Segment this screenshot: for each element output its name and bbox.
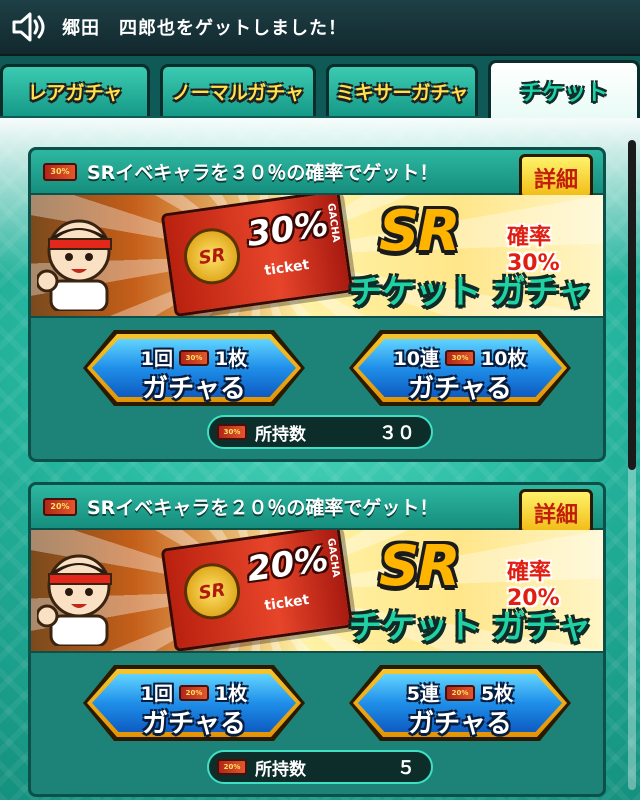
ticket-icon: 30% — [445, 349, 475, 366]
notification-bar: 郷田 四郎也をゲットしました！ — [0, 0, 640, 56]
gacha-banner[interactable]: SR 30% ticket GACHA SR 確率30% チケット ガチャ — [31, 195, 603, 318]
pull-multi-button[interactable]: 10連 30% 10枚 ガチャる — [349, 330, 571, 406]
owned-count: ５ — [397, 758, 415, 779]
pull-count: 5連 — [406, 683, 439, 705]
pull-cost: 5枚 — [481, 683, 514, 705]
card-title: SRイベキャラを３０％の確率でゲット！ — [87, 162, 439, 184]
pull-single-button[interactable]: 1回 30% 1枚 ガチャる — [83, 330, 305, 406]
pull-single-button[interactable]: 1回 20% 1枚 ガチャる — [83, 665, 305, 741]
pull-action: ガチャる — [142, 709, 246, 739]
pull-cost: 10枚 — [481, 348, 527, 370]
pull-button-row: 1回 30% 1枚 ガチャる 10連 30% 10枚 ガチャる — [31, 318, 603, 418]
card-header: 20% SRイベキャラを２０％の確率でゲット！ 詳細 — [31, 485, 603, 537]
ticket-word: ticket — [263, 591, 311, 615]
ticket-icon: 20% — [43, 497, 77, 516]
tab-rare-gacha[interactable]: レアガチャ — [0, 64, 150, 116]
banner-title: チケット ガチャ — [349, 607, 592, 646]
ticket-icon: 30% — [43, 162, 77, 181]
ticket-percent: 30% — [244, 204, 331, 255]
speaker-icon[interactable] — [6, 4, 52, 50]
pull-multi-button[interactable]: 5連 20% 5枚 ガチャる — [349, 665, 571, 741]
ticket-word: ticket — [263, 256, 311, 280]
scrollbar[interactable] — [628, 140, 636, 790]
card-header: 30% SRイベキャラを３０％の確率でゲット！ 詳細 — [31, 150, 603, 202]
sr-coin-icon: SR — [180, 559, 244, 623]
pull-count: 1回 — [140, 348, 173, 370]
sr-logo: SR — [379, 199, 460, 264]
pull-count: 1回 — [140, 683, 173, 705]
ticket-percent: 20% — [244, 539, 331, 590]
pull-cost: 1枚 — [215, 348, 248, 370]
ticket-gacha-card-20: 20% SRイベキャラを２０％の確率でゲット！ 詳細 SR 20% ticket… — [28, 482, 606, 797]
pull-button-row: 1回 20% 1枚 ガチャる 5連 20% 5枚 ガチャる — [31, 653, 603, 753]
ticket-icon: 30% — [217, 424, 247, 440]
sr-logo: SR — [379, 534, 460, 599]
tab-ticket[interactable]: チケット — [488, 60, 640, 118]
owned-count: ３０ — [379, 423, 415, 444]
pull-action: ガチャる — [408, 374, 512, 404]
tab-mixer-gacha[interactable]: ミキサーガチャ — [326, 64, 478, 116]
player-mascot-icon — [37, 554, 112, 646]
ticket-icon: 20% — [217, 759, 247, 775]
pull-action: ガチャる — [408, 709, 512, 739]
gacha-banner[interactable]: SR 20% ticket GACHA SR 確率20% チケット ガチャ — [31, 530, 603, 653]
ticket-icon: 30% — [179, 349, 209, 366]
scrollbar-thumb[interactable] — [628, 140, 636, 470]
notification-text: 郷田 四郎也をゲットしました！ — [62, 18, 347, 39]
pull-count: 10連 — [393, 348, 439, 370]
ticket-icon: 20% — [179, 684, 209, 701]
sr-coin-icon: SR — [180, 224, 244, 288]
owned-label: 所持数 — [255, 759, 306, 780]
pull-cost: 1枚 — [215, 683, 248, 705]
ticket-icon: 20% — [445, 684, 475, 701]
pull-action: ガチャる — [142, 374, 246, 404]
player-mascot-icon — [37, 219, 112, 311]
gacha-tab-bar: レアガチャ ノーマルガチャ ミキサーガチャ チケット — [0, 56, 640, 118]
owned-count-pill: 20% 所持数 ５ — [207, 750, 433, 784]
owned-label: 所持数 — [255, 424, 306, 445]
card-title: SRイベキャラを２０％の確率でゲット！ — [87, 497, 439, 519]
banner-title: チケット ガチャ — [349, 272, 592, 311]
ticket-gacha-card-30: 30% SRイベキャラを３０％の確率でゲット！ 詳細 SR 30% ticket… — [28, 147, 606, 462]
tab-normal-gacha[interactable]: ノーマルガチャ — [160, 64, 316, 116]
owned-count-pill: 30% 所持数 ３０ — [207, 415, 433, 449]
